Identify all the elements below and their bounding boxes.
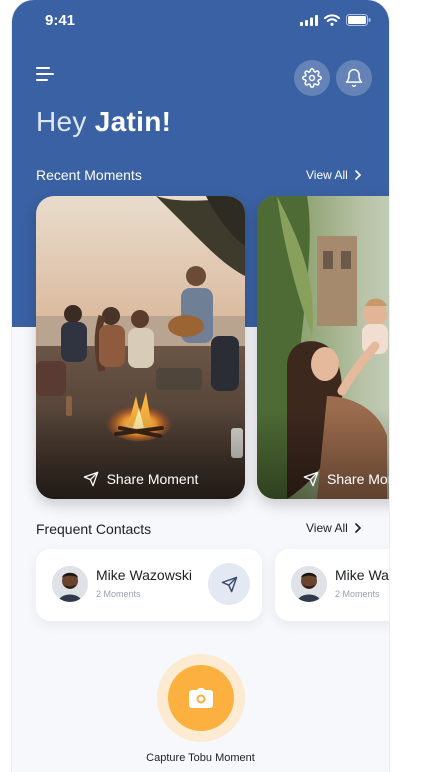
moment-card[interactable]: Share Moment <box>36 196 245 499</box>
contact-moments-count: 2 Moments <box>96 589 141 599</box>
camera-icon <box>189 688 213 708</box>
chevron-right-icon <box>355 523 361 533</box>
wifi-icon <box>324 14 340 26</box>
contact-card[interactable]: Mike Wazowski 2 Moments <box>275 549 389 621</box>
app-screen: 9:41 Hey Jatin! Recent Moments View All … <box>12 0 389 772</box>
contact-moments-count: 2 Moments <box>335 589 380 599</box>
status-bar: 9:41 <box>12 0 389 44</box>
avatar <box>52 566 88 602</box>
contact-card[interactable]: Mike Wazowski 2 Moments <box>36 549 262 621</box>
status-time: 9:41 <box>45 12 76 29</box>
battery-icon <box>346 14 371 26</box>
moment-photo <box>257 196 389 499</box>
capture-moment-button[interactable] <box>157 654 245 742</box>
contact-name: Mike Wazowski <box>96 567 192 583</box>
moment-photo <box>36 196 245 499</box>
avatar <box>291 566 327 602</box>
send-icon <box>83 471 98 487</box>
frequent-contacts-view-all[interactable]: View All <box>306 521 362 535</box>
view-all-label: View All <box>306 521 348 535</box>
share-moment-label: Share Moment <box>327 471 389 487</box>
recent-moments-title: Recent Moments <box>36 167 142 183</box>
settings-button[interactable] <box>294 60 330 96</box>
send-moment-button[interactable] <box>208 563 250 605</box>
notifications-button[interactable] <box>336 60 372 96</box>
recent-moments-view-all[interactable]: View All <box>306 168 362 182</box>
bell-icon <box>345 68 363 88</box>
share-moment-label: Share Moment <box>106 471 199 487</box>
share-moment-button[interactable]: Share Moment <box>257 471 389 487</box>
view-all-label: View All <box>306 168 348 182</box>
user-name: Jatin! <box>94 106 172 137</box>
greeting-prefix: Hey <box>36 106 87 137</box>
menu-icon[interactable] <box>36 67 56 83</box>
share-moment-button[interactable]: Share Moment <box>36 471 245 487</box>
contact-name: Mike Wazowski <box>335 567 389 583</box>
send-icon <box>221 576 237 592</box>
moment-card[interactable]: Share Moment <box>257 196 389 499</box>
capture-moment-label: Capture Tobu Moment <box>146 752 255 764</box>
capture-button-core <box>168 665 234 731</box>
frequent-contacts-title: Frequent Contacts <box>36 521 152 537</box>
signal-icon <box>300 14 318 26</box>
greeting: Hey Jatin! <box>36 106 171 138</box>
send-icon <box>303 471 319 487</box>
gear-icon <box>302 68 322 88</box>
chevron-right-icon <box>355 170 361 180</box>
